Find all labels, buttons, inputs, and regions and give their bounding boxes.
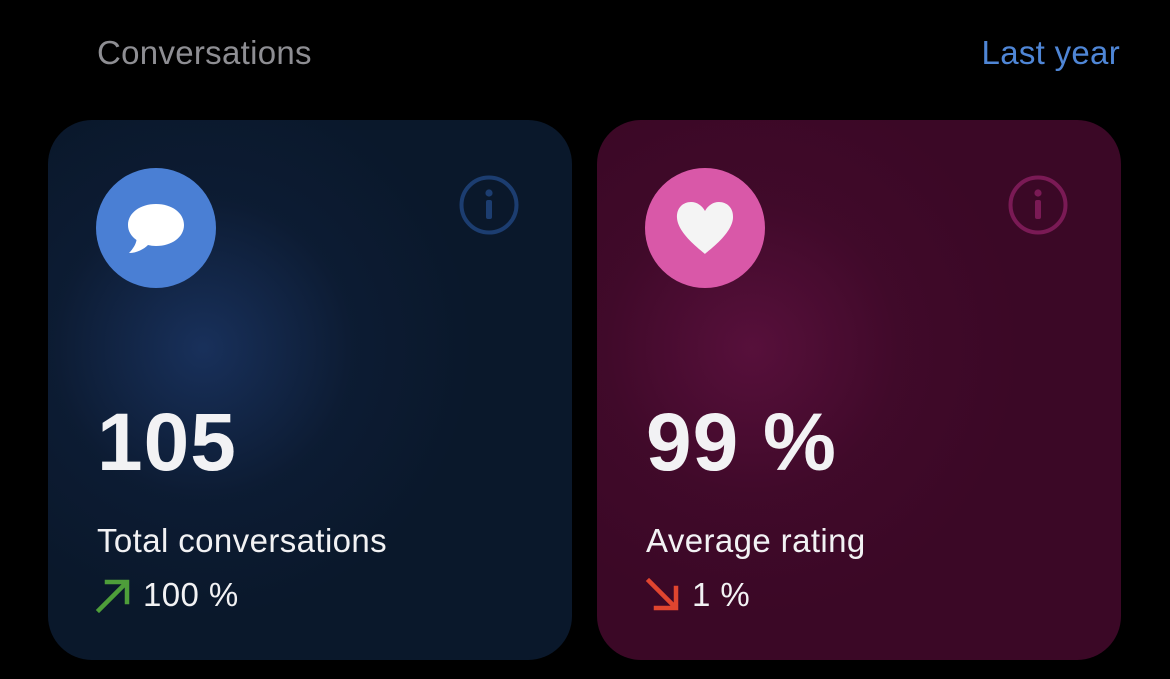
arrow-down-right-icon xyxy=(645,577,679,611)
average-rating-card[interactable]: 99 % Average rating 1 % xyxy=(597,120,1121,660)
heart-icon xyxy=(676,202,734,254)
rating-icon-badge xyxy=(645,168,765,288)
info-icon[interactable] xyxy=(459,175,519,235)
total-conversations-card[interactable]: 105 Total conversations 100 % xyxy=(48,120,572,660)
total-conversations-label: Total conversations xyxy=(97,522,388,559)
trend-indicator: 100 % xyxy=(95,576,239,614)
trend-value: 1 % xyxy=(692,576,751,613)
period-selector-link[interactable]: Last year xyxy=(982,34,1120,72)
arrow-up-right-icon xyxy=(95,579,130,614)
total-conversations-value: 105 xyxy=(97,397,237,488)
info-icon[interactable] xyxy=(1008,175,1068,235)
trend-indicator: 1 % xyxy=(644,576,750,614)
conversations-icon-badge xyxy=(96,168,216,288)
average-rating-value: 99 % xyxy=(646,397,837,488)
trend-value: 100 % xyxy=(143,576,239,613)
speech-bubble-icon xyxy=(128,204,184,253)
section-title: Conversations xyxy=(97,34,312,71)
average-rating-label: Average rating xyxy=(646,522,866,559)
